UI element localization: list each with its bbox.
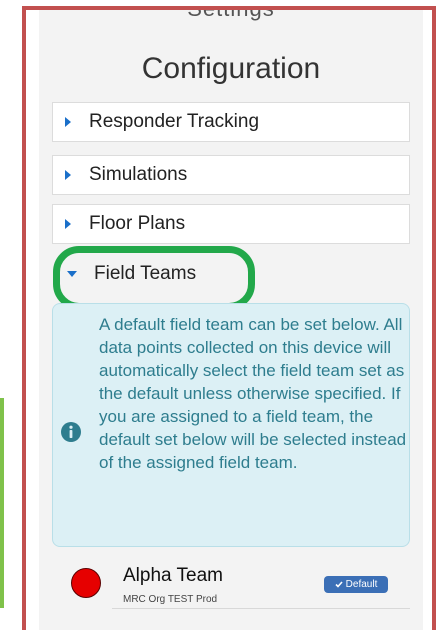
section-floor-plans[interactable]: Floor Plans xyxy=(52,204,410,244)
section-responder-tracking[interactable]: Responder Tracking xyxy=(52,102,410,142)
default-badge-label: Default xyxy=(345,579,378,590)
section-simulations[interactable]: Simulations xyxy=(52,155,410,195)
screenshot-frame: Settings Configuration Responder Trackin… xyxy=(22,6,436,630)
left-edge-accent xyxy=(0,398,4,608)
team-row[interactable]: Alpha Team MRC Org TEST Prod Default xyxy=(52,557,410,609)
cut-off-title: Settings xyxy=(187,6,275,21)
section-label: Simulations xyxy=(89,164,188,185)
caret-right-icon xyxy=(63,168,73,182)
info-circle-icon xyxy=(61,422,81,442)
team-org: MRC Org TEST Prod xyxy=(123,594,218,605)
section-label: Floor Plans xyxy=(89,213,186,234)
section-label: Responder Tracking xyxy=(89,111,260,132)
default-badge[interactable]: Default xyxy=(324,576,388,593)
highlight-ring xyxy=(53,246,255,310)
team-color-dot xyxy=(71,568,101,598)
info-text: A default field team can be set below. A… xyxy=(99,315,407,472)
row-divider xyxy=(112,608,410,609)
settings-panel: Settings Configuration Responder Trackin… xyxy=(39,10,423,630)
page-title: Configuration xyxy=(141,52,321,85)
caret-right-icon xyxy=(63,115,73,129)
check-icon xyxy=(335,581,343,588)
team-name: Alpha Team xyxy=(123,565,223,586)
caret-right-icon xyxy=(63,217,73,231)
info-callout: A default field team can be set below. A… xyxy=(52,303,410,547)
